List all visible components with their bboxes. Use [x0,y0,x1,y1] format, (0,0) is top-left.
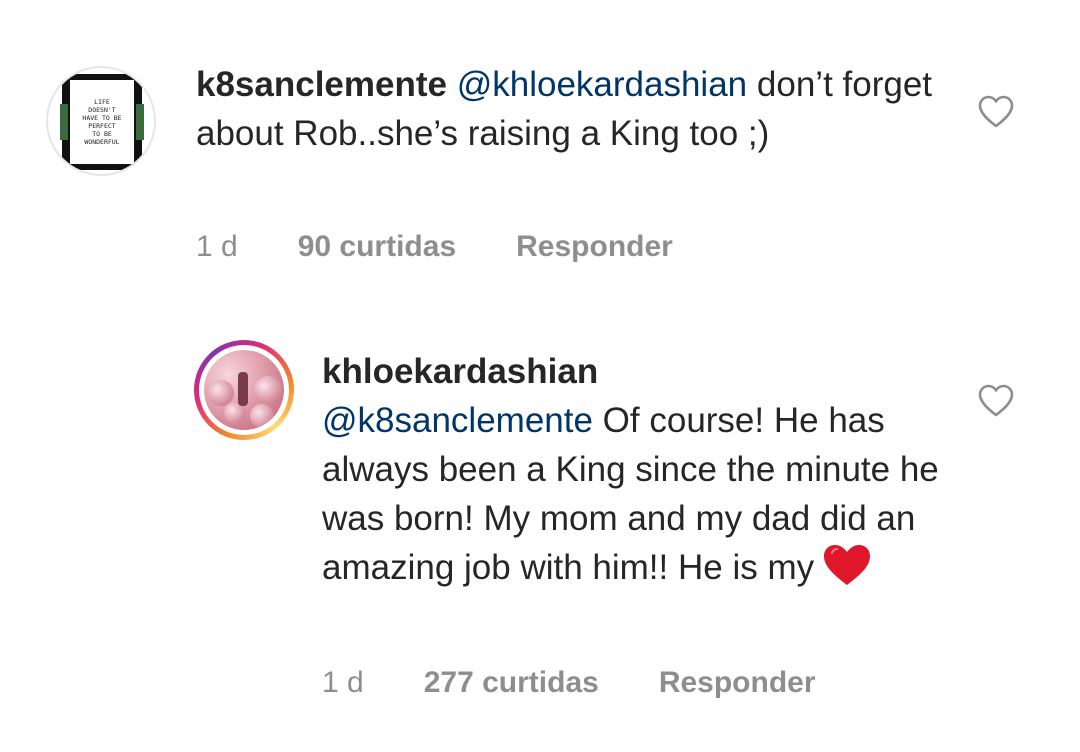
poster-line: WONDERFUL [84,138,120,146]
comment-text: k8sanclemente @khloekardashian don’t for… [196,60,956,158]
poster-line: TO BE [92,130,112,138]
poster-plant-left [60,104,68,140]
like-heart-icon[interactable] [978,95,1014,129]
avatar-poster-image: LIFE DOESN'T HAVE TO BE PERFECT TO BE WO… [60,74,144,170]
comment-time: 1 d [196,230,238,263]
red-heart-icon [822,543,872,587]
poster-line: HAVE TO BE [82,114,122,122]
comment-likes[interactable]: 277 curtidas [424,665,599,701]
poster-line: LIFE [94,98,110,106]
avatar-photo [204,350,284,430]
comment-username[interactable]: k8sanclemente [196,65,447,104]
comment-likes[interactable]: 90 curtidas [298,229,456,265]
reply-button[interactable]: Responder [659,665,816,701]
comment-meta: 1 d 277 curtidas Responder [322,665,816,701]
comment-mention[interactable]: @khloekardashian [457,65,747,104]
comment-text: @k8sanclemente Of course! He has always … [322,396,942,592]
avatar-k8sanclemente[interactable]: LIFE DOESN'T HAVE TO BE PERFECT TO BE WO… [46,66,156,176]
comment-username[interactable]: khloekardashian [322,347,942,396]
poster-plant-right [136,104,144,140]
poster-line: PERFECT [88,122,116,130]
comment-time: 1 d [322,666,364,699]
comment-meta: 1 d 90 curtidas Responder [196,229,673,265]
comment-mention[interactable]: @k8sanclemente [322,401,593,440]
poster-line: DOESN'T [88,106,116,114]
poster-text: LIFE DOESN'T HAVE TO BE PERFECT TO BE WO… [70,80,134,164]
reply-button[interactable]: Responder [516,229,673,265]
like-heart-icon[interactable] [978,384,1014,418]
avatar-khloekardashian[interactable] [194,340,294,440]
